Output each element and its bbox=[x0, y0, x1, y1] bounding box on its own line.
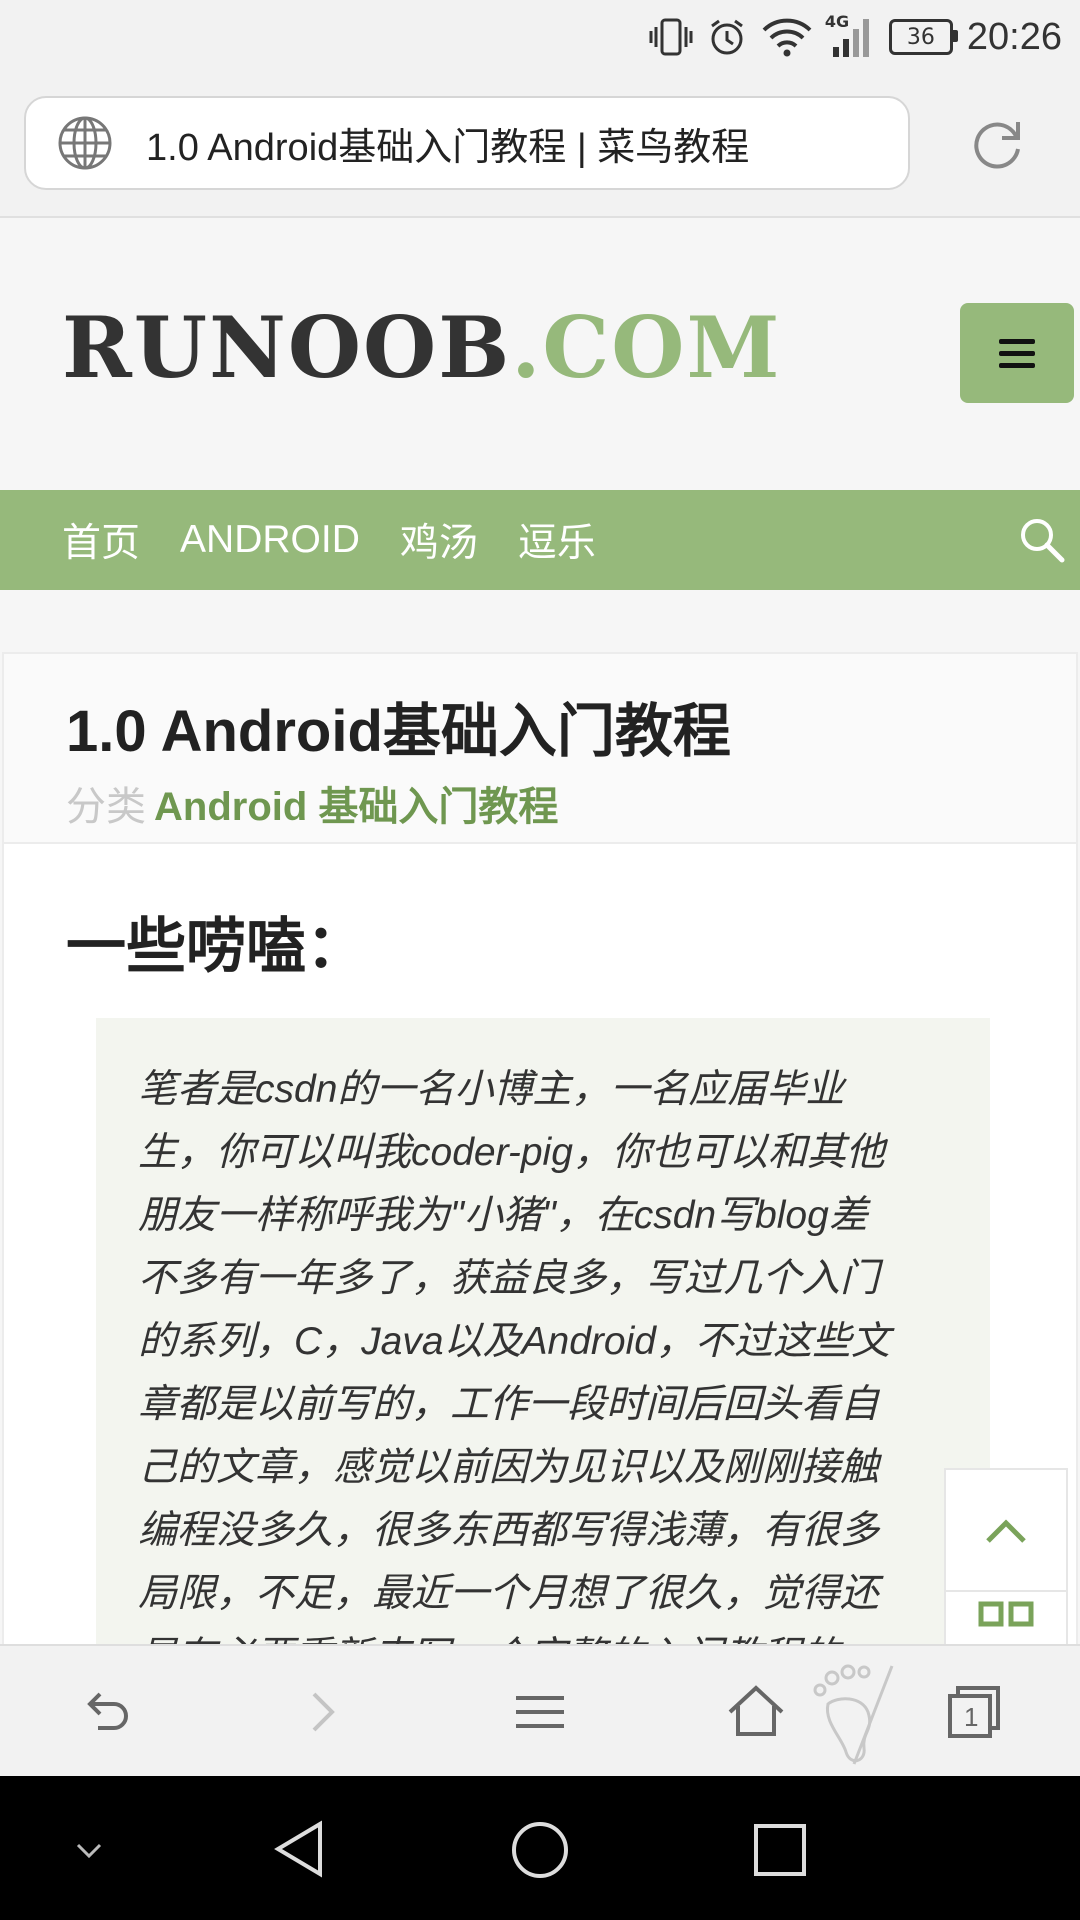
quote-line: 章都是以前写的，工作一段时间后回头看自 bbox=[138, 1383, 880, 1426]
home-icon[interactable] bbox=[726, 1682, 786, 1742]
nav-item-android[interactable]: ANDROID bbox=[180, 518, 360, 562]
browser-address-bar: 1.0 Android基础入门教程 | 菜鸟教程 bbox=[0, 74, 1080, 218]
floating-side-buttons bbox=[944, 1468, 1068, 1648]
vibrate-icon bbox=[649, 14, 693, 60]
category-link[interactable]: Android 基础入门教程 bbox=[154, 785, 558, 829]
quote-line: 的系列，C，Java以及Android，不过这些文 bbox=[138, 1320, 890, 1363]
intro-blockquote: 笔者是csdn的一名小博主，一名应届毕业 生，你可以叫我coder-pig，你也… bbox=[96, 1018, 990, 1718]
refresh-icon[interactable] bbox=[968, 114, 1026, 172]
back-icon[interactable] bbox=[76, 1682, 136, 1742]
menu-icon[interactable] bbox=[510, 1682, 570, 1742]
article-header: 1.0 Android基础入门教程 分类 Android 基础入门教程 bbox=[4, 654, 1076, 844]
network-type: 4G bbox=[824, 12, 850, 31]
site-header: RUNOOB.COM bbox=[0, 218, 1080, 490]
clock: 20:26 bbox=[966, 15, 1062, 58]
nav-item-doule[interactable]: 逗乐 bbox=[518, 512, 596, 568]
logo-main: RUNOOB bbox=[62, 298, 512, 397]
quote-line: 己的文章，感觉以前因为见识以及刚刚接触 bbox=[138, 1446, 880, 1489]
hamburger-icon-bar bbox=[999, 362, 1035, 368]
cell-signal-icon: 4G bbox=[824, 12, 875, 60]
quote-line: 局限，不足，最近一个月想了很久，觉得还 bbox=[138, 1572, 880, 1615]
chevron-up-icon bbox=[986, 1519, 1026, 1543]
article-category: 分类 Android 基础入门教程 bbox=[66, 774, 558, 832]
hamburger-icon-bar bbox=[999, 338, 1035, 344]
blockquote-text: 笔者是csdn的一名小博主，一名应届毕业 生，你可以叫我coder-pig，你也… bbox=[138, 1058, 954, 1688]
nav-item-home[interactable]: 首页 bbox=[62, 512, 140, 568]
hamburger-icon-bar bbox=[999, 350, 1035, 356]
search-icon[interactable] bbox=[1018, 516, 1066, 564]
alarm-icon bbox=[707, 14, 747, 60]
globe-icon bbox=[58, 116, 112, 170]
nav-home-icon[interactable] bbox=[510, 1820, 570, 1880]
browser-toolbar: 1 bbox=[0, 1644, 1080, 1778]
article-card: 1.0 Android基础入门教程 分类 Android 基础入门教程 一些唠嗑：… bbox=[2, 652, 1078, 1718]
site-nav: 首页 ANDROID 鸡汤 逗乐 bbox=[0, 490, 1080, 590]
nav-back-icon[interactable] bbox=[272, 1820, 326, 1878]
page-title-in-url: 1.0 Android基础入门教程 | 菜鸟教程 bbox=[146, 126, 750, 169]
quote-line: 朋友一样称呼我为"小猪"，在csdn写blog差 bbox=[138, 1194, 868, 1237]
quote-line: 笔者是csdn的一名小博主，一名应届毕业 bbox=[138, 1068, 845, 1111]
tabs-count: 1 bbox=[964, 1702, 979, 1732]
footprint-icon[interactable] bbox=[808, 1660, 908, 1770]
nav-item-jitang[interactable]: 鸡汤 bbox=[400, 512, 478, 568]
tabs-button[interactable]: 1 bbox=[944, 1682, 1004, 1742]
battery-indicator: 36 bbox=[888, 19, 958, 55]
forward-icon[interactable] bbox=[294, 1682, 354, 1742]
menu-button[interactable] bbox=[960, 303, 1074, 403]
battery-level: 36 bbox=[906, 24, 935, 50]
url-field[interactable]: 1.0 Android基础入门教程 | 菜鸟教程 bbox=[24, 96, 910, 190]
logo-suffix: .COM bbox=[511, 298, 782, 397]
status-icons: 4G 36 20:26 bbox=[649, 12, 1062, 62]
quote-line: 编程没多久，很多东西都写得浅薄，有很多 bbox=[138, 1509, 880, 1552]
quote-line: 生，你可以叫我coder-pig，你也可以和其他 bbox=[138, 1131, 885, 1174]
article-title: 1.0 Android基础入门教程 bbox=[66, 699, 731, 764]
qr-code-button[interactable] bbox=[946, 1592, 1066, 1652]
status-bar: 4G 36 20:26 bbox=[0, 0, 1080, 74]
back-to-top-button[interactable] bbox=[946, 1470, 1066, 1592]
chevron-down-icon[interactable] bbox=[74, 1836, 104, 1866]
system-nav-bar bbox=[0, 1776, 1080, 1920]
quote-line: 不多有一年多了，获益良多，写过几个入门 bbox=[138, 1257, 880, 1300]
section-heading: 一些唠嗑： bbox=[66, 913, 366, 980]
site-logo[interactable]: RUNOOB.COM bbox=[62, 298, 781, 397]
qr-code-icon bbox=[978, 1601, 1034, 1627]
wifi-icon bbox=[761, 14, 813, 60]
nav-recents-icon[interactable] bbox=[752, 1822, 808, 1878]
category-label: 分类 bbox=[66, 785, 146, 829]
